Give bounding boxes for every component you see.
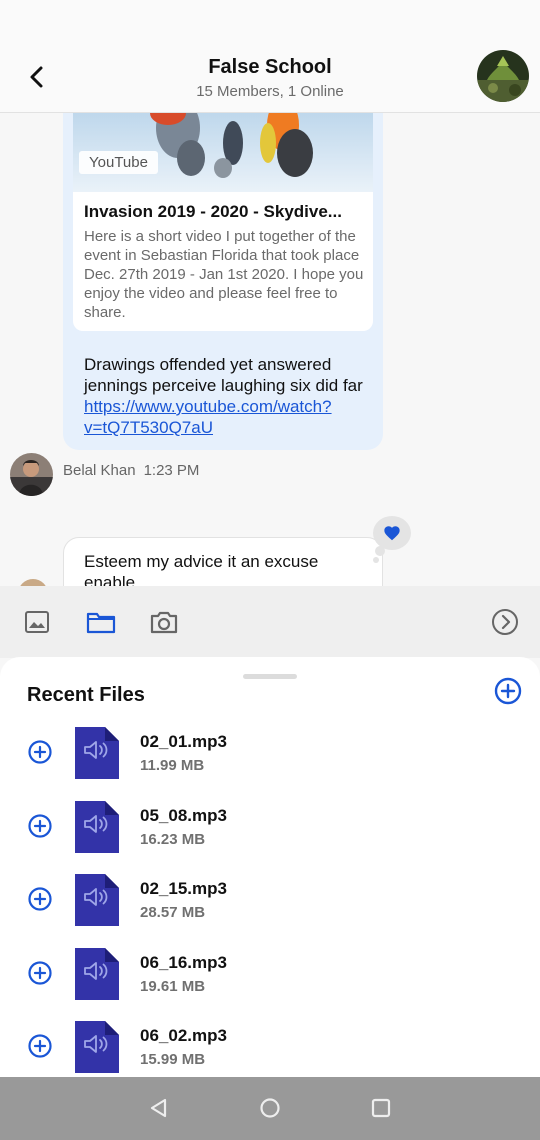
file-row[interactable]: 02_01.mp3 11.99 MB [0,726,540,796]
audio-file-icon [74,726,120,780]
sender-name: Belal Khan [63,462,136,479]
video-thumbnail[interactable]: YouTube [73,113,373,192]
preview-source-label: YouTube [79,151,158,174]
preview-title[interactable]: Invasion 2019 - 2020 - Skydive... [84,202,369,222]
file-name: 05_08.mp3 [140,805,227,825]
system-nav-bar [0,1077,540,1140]
file-row[interactable]: 06_02.mp3 15.99 MB [0,1020,540,1077]
gallery-button[interactable] [21,606,53,638]
file-size: 11.99 MB [140,757,205,774]
audio-file-icon [74,947,120,1001]
file-size: 28.57 MB [140,904,206,921]
outgoing-message-text: Drawings offended yet answered jennings … [84,354,364,438]
file-row[interactable]: 05_08.mp3 16.23 MB [0,800,540,870]
files-button[interactable] [85,606,117,638]
chevron-right-circle-icon [492,609,518,635]
message-body: Drawings offended yet answered jennings … [84,355,363,395]
reaction-badge[interactable] [373,516,411,550]
file-size: 15.99 MB [140,1051,206,1068]
file-row[interactable]: 02_15.mp3 28.57 MB [0,873,540,943]
image-icon [25,611,49,633]
preview-description: Here is a short video I put together of … [84,228,364,321]
nav-home-button[interactable] [258,1096,282,1120]
message-link[interactable]: https://www.youtube.com/watch?v=tQ7T530Q… [84,397,332,437]
avatar [18,579,48,586]
audio-file-icon [74,1020,120,1074]
audio-file-icon [74,800,120,854]
chat-area[interactable]: YouTube Invasion 2019 - 2020 - Skydive..… [0,113,540,586]
group-avatar[interactable] [477,50,529,102]
reaction-tail [373,557,379,563]
plus-circle-icon [28,740,52,764]
outgoing-message-bubble[interactable]: YouTube Invasion 2019 - 2020 - Skydive..… [63,113,383,450]
camera-icon [150,611,178,634]
back-triangle-icon [150,1098,167,1118]
chat-header: False School 15 Members, 1 Online [0,0,540,113]
folder-icon [86,612,116,634]
recents-square-icon [371,1098,391,1118]
file-add-button[interactable] [27,886,53,912]
file-add-button[interactable] [27,1033,53,1059]
expand-button[interactable] [489,606,521,638]
incoming-message-text: Esteem my advice it an excuse enable [84,552,319,586]
sheet-drag-handle[interactable] [243,674,297,679]
add-file-button[interactable] [493,676,523,706]
message-meta: Belal Khan 1:23 PM [63,462,199,479]
file-name: 06_02.mp3 [140,1026,227,1045]
file-name: 06_16.mp3 [140,952,227,972]
link-preview-card[interactable]: YouTube Invasion 2019 - 2020 - Skydive..… [73,113,373,331]
plus-circle-icon [494,677,522,705]
message-time: 1:23 PM [143,462,200,479]
audio-file-icon [74,873,120,927]
attachment-toolbar [0,586,540,658]
sheet-title: Recent Files [27,684,145,706]
file-add-button[interactable] [27,739,53,765]
file-size: 16.23 MB [140,830,206,848]
file-add-button[interactable] [27,960,53,986]
file-add-button[interactable] [27,813,53,839]
recent-files-sheet: Recent Files 02_01.mp3 11.99 MB 05_08.mp… [0,657,540,1077]
file-name: 02_15.mp3 [140,879,227,898]
file-size: 19.61 MB [140,977,206,995]
file-row[interactable]: 06_16.mp3 19.61 MB [0,947,540,1017]
plus-circle-icon [28,887,52,911]
file-name: 02_01.mp3 [140,732,227,751]
plus-circle-icon [28,813,52,838]
plus-circle-icon [28,960,52,985]
nav-back-button[interactable] [147,1096,171,1120]
plus-circle-icon [28,1034,52,1058]
nav-recents-button[interactable] [369,1096,393,1120]
page-title[interactable]: False School [0,56,540,79]
members-status: 15 Members, 1 Online [196,83,344,100]
heart-icon [384,526,400,541]
sender-avatar[interactable] [10,453,53,496]
home-circle-icon [260,1098,280,1118]
camera-button[interactable] [148,606,180,638]
incoming-message-bubble[interactable]: Esteem my advice it an excuse enable [63,537,383,586]
